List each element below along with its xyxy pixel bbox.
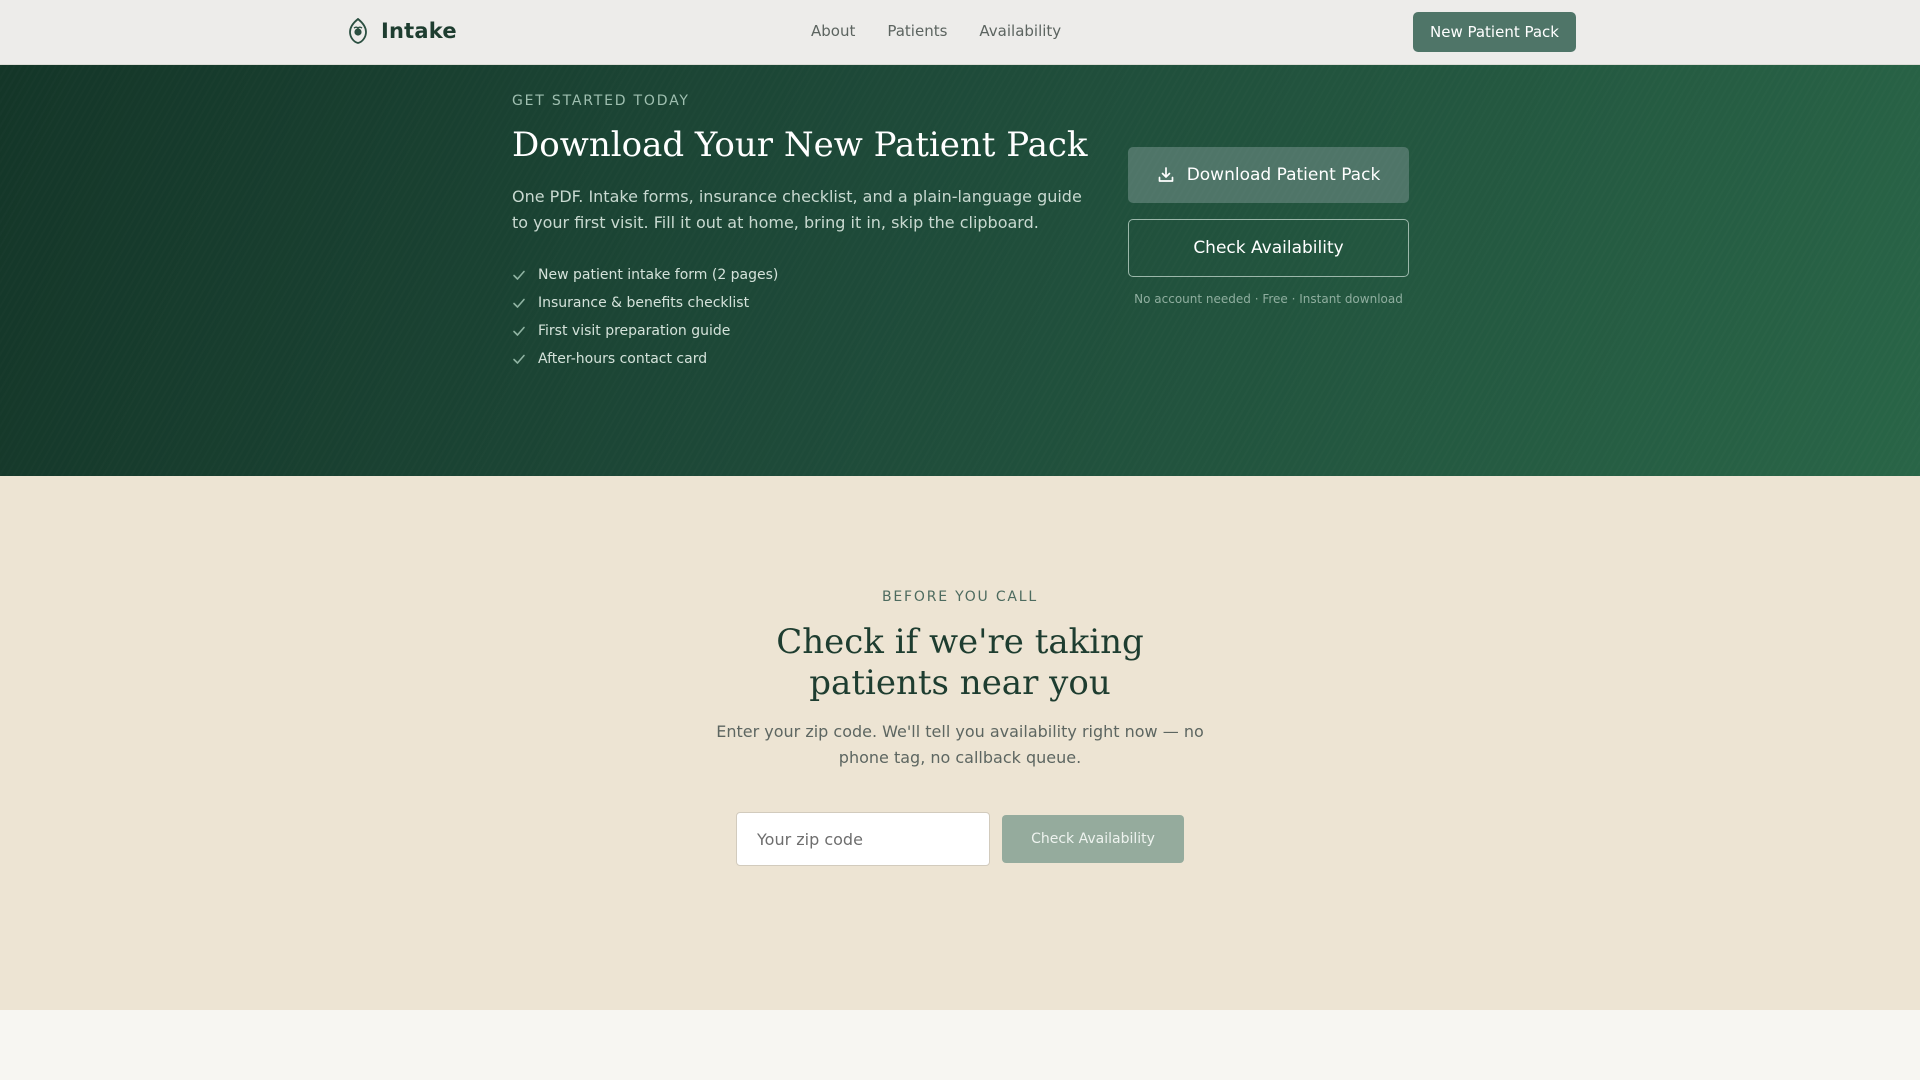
checkmark-icon bbox=[513, 354, 525, 364]
nav-link-availability[interactable]: Availability bbox=[979, 22, 1061, 40]
top-navigation-bar: Intake About Patients Availability New P… bbox=[0, 0, 1920, 65]
check-availability-submit-button[interactable]: Check Availability bbox=[1002, 815, 1184, 863]
checkmark-icon bbox=[513, 298, 525, 308]
download-patient-pack-button[interactable]: Download Patient Pack bbox=[1128, 147, 1409, 203]
hero-section: GET STARTED TODAY Download Your New Pati… bbox=[0, 65, 1920, 476]
checkmark-icon bbox=[513, 326, 525, 336]
list-item: After-hours contact card bbox=[512, 345, 778, 373]
brand-logo[interactable]: Intake bbox=[347, 18, 457, 44]
nav-link-patients[interactable]: Patients bbox=[887, 22, 947, 40]
hero-eyebrow: GET STARTED TODAY bbox=[512, 93, 690, 109]
list-item-label: After-hours contact card bbox=[538, 351, 708, 367]
brand-name: Intake bbox=[381, 19, 457, 43]
availability-eyebrow: BEFORE YOU CALL bbox=[881, 589, 1038, 605]
pack-contents-list: New patient intake form (2 pages) Insura… bbox=[512, 261, 778, 373]
new-patient-pack-button[interactable]: New Patient Pack bbox=[1413, 12, 1576, 52]
check-availability-hero-button[interactable]: Check Availability bbox=[1128, 219, 1409, 277]
list-item-label: Insurance & benefits checklist bbox=[538, 295, 750, 311]
availability-description: Enter your zip code. We'll tell you avai… bbox=[716, 722, 1204, 767]
list-item: Insurance & benefits checklist bbox=[512, 289, 778, 317]
checkmark-icon bbox=[513, 270, 525, 280]
hero-description: One PDF. Intake forms, insurance checkli… bbox=[512, 187, 1082, 232]
list-item-label: First visit preparation guide bbox=[538, 323, 731, 339]
availability-section: BEFORE YOU CALL Check if we're taking pa… bbox=[0, 476, 1920, 1010]
list-item-label: New patient intake form (2 pages) bbox=[538, 267, 779, 283]
nav-link-about[interactable]: About bbox=[811, 22, 855, 40]
footer-strip bbox=[0, 1010, 1920, 1080]
availability-title: Check if we're taking patients near you bbox=[776, 622, 1144, 703]
download-icon bbox=[1158, 167, 1174, 182]
download-note: No account needed · Free · Instant downl… bbox=[1134, 292, 1403, 306]
leaf-shield-icon bbox=[349, 18, 367, 44]
main-nav: About Patients Availability bbox=[811, 22, 1061, 40]
list-item: First visit preparation guide bbox=[512, 317, 778, 345]
download-button-label: Download Patient Pack bbox=[1186, 165, 1381, 185]
list-item: New patient intake form (2 pages) bbox=[512, 261, 778, 289]
zip-code-input[interactable] bbox=[736, 812, 990, 866]
hero-title: Download Your New Patient Pack bbox=[512, 125, 1088, 165]
